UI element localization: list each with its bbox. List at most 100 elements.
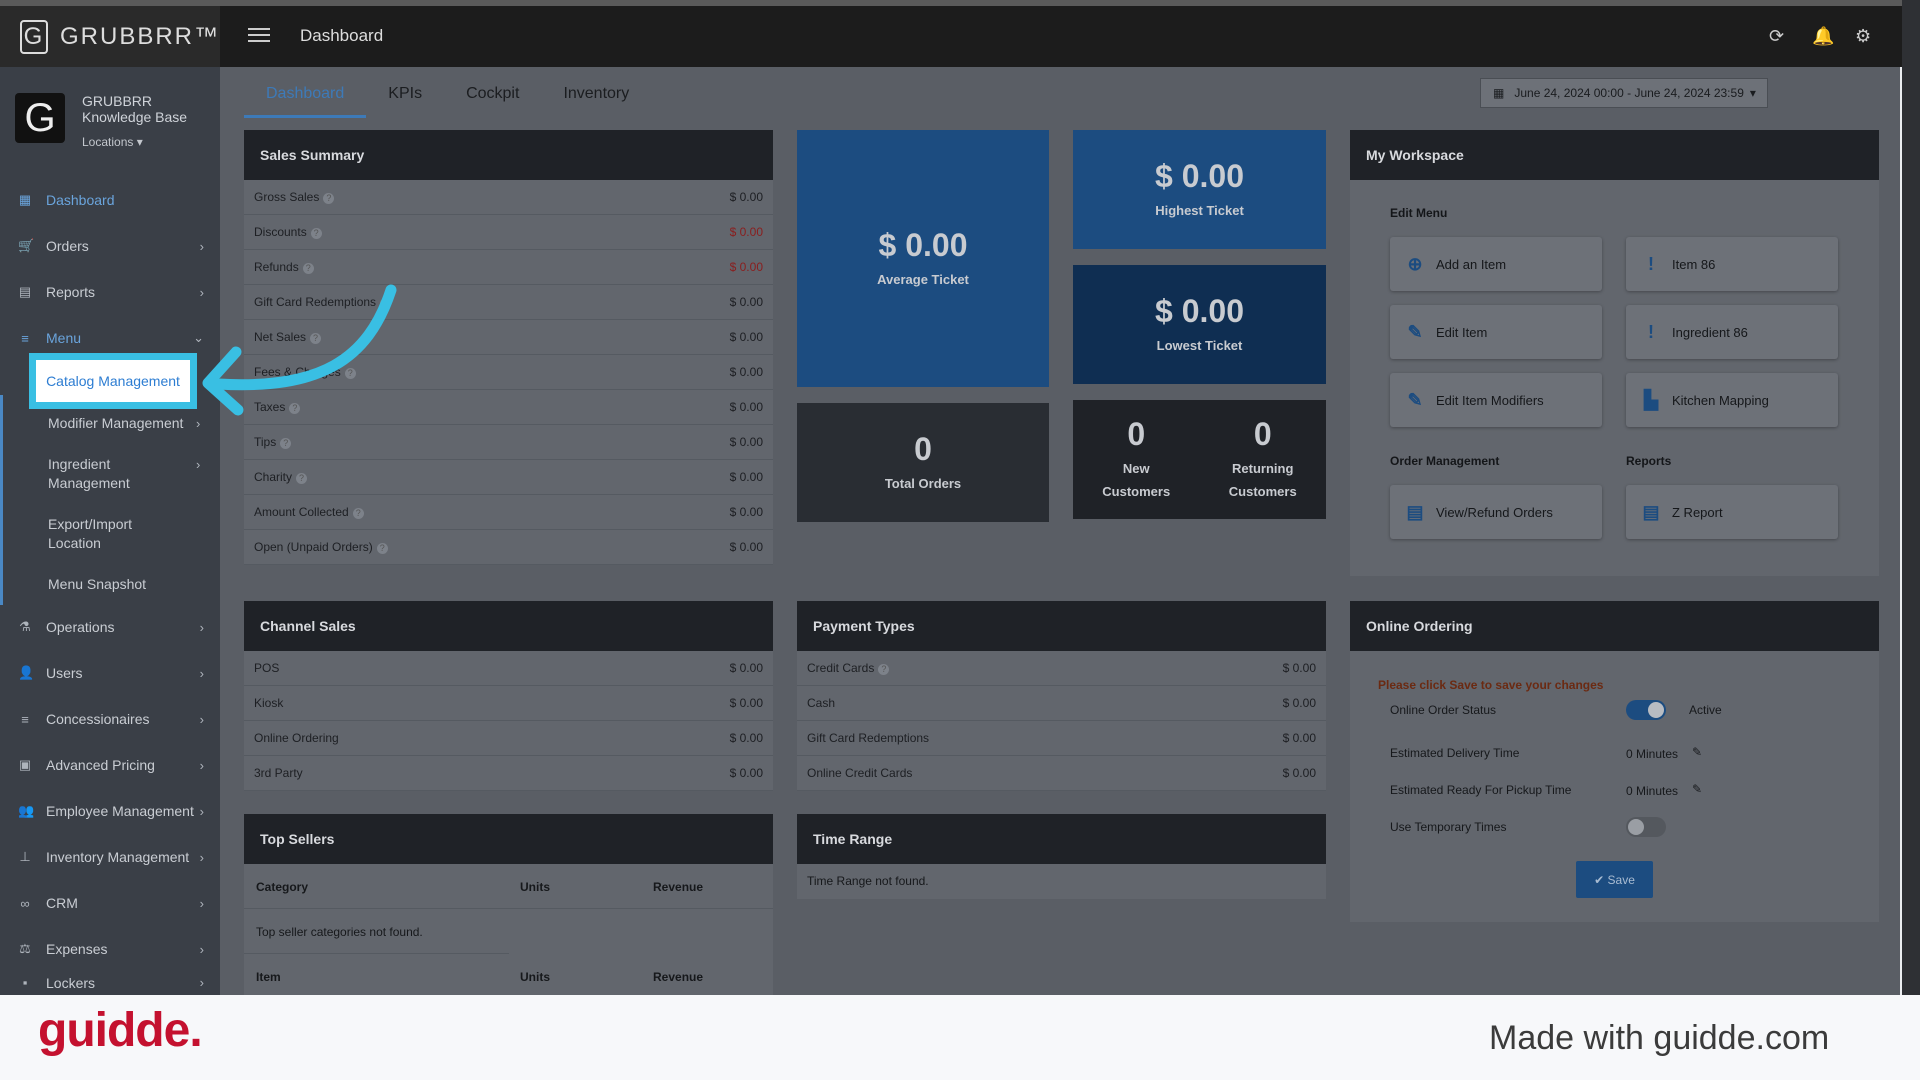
chevron-right-icon: › [199, 711, 204, 727]
sidebar-item-lockers[interactable]: ▪ Lockers › [0, 975, 220, 995]
subitem-label: Menu Snapshot [48, 576, 147, 592]
row-label: 3rd Party [254, 766, 303, 780]
menu-active-indicator [0, 395, 3, 605]
bell-icon[interactable]: 🔔 [1812, 26, 1834, 47]
temporary-times-toggle[interactable] [1626, 817, 1666, 837]
sidebar-item-inventory-management[interactable]: ⊥ Inventory Management › [0, 837, 220, 877]
online-order-status-toggle[interactable] [1626, 700, 1666, 720]
edit-pickup-pencil-icon[interactable]: ✎ [1692, 782, 1702, 796]
help-icon[interactable]: ? [296, 473, 308, 484]
col-revenue: Revenue [653, 880, 704, 894]
row-label: Cash [807, 696, 836, 710]
users-icon: 👤 [18, 665, 35, 680]
online-order-status-value: Active [1689, 703, 1722, 717]
tab-inventory[interactable]: Inventory [541, 82, 651, 118]
refresh-icon[interactable]: ⟳ [1769, 26, 1784, 47]
kitchen-mapping-button[interactable]: ▙ Kitchen Mapping [1626, 373, 1838, 427]
sidebar-item-expenses[interactable]: ⚖ Expenses › [0, 929, 220, 969]
made-with-text: Made with guidde.com [1489, 1019, 1830, 1057]
table-row: Open (Unpaid Orders)? $ 0.00 [244, 530, 773, 565]
sidebar-subitem-menu-snapshot[interactable]: Menu Snapshot [48, 575, 146, 594]
table-row: Credit Cards? $ 0.00 [797, 651, 1326, 686]
row-label-wrap: Kiosk [254, 696, 283, 710]
help-icon[interactable]: ? [280, 438, 292, 449]
chevron-right-icon: › [199, 619, 204, 635]
divider [244, 953, 509, 954]
edit-item-modifiers-button[interactable]: ✎ Edit Item Modifiers [1390, 373, 1602, 427]
sidebar-item-label: Expenses [46, 941, 108, 957]
sidebar-item-operations[interactable]: ⚗ Operations › [0, 607, 220, 647]
time-range-card: Time Range Time Range not found. [797, 814, 1326, 899]
sidebar-item-label: Employee Management [46, 803, 194, 819]
row-label-wrap: 3rd Party [254, 766, 303, 780]
chevron-right-icon: › [199, 849, 204, 865]
row-label: Gift Card Redemptions [807, 731, 930, 745]
button-label: Kitchen Mapping [1672, 392, 1769, 408]
sidebar-item-advanced-pricing[interactable]: ▣ Advanced Pricing › [0, 745, 220, 785]
button-label: Z Report [1672, 504, 1723, 520]
col-units: Units [520, 970, 550, 984]
ingredient-86-button[interactable]: ! Ingredient 86 [1626, 305, 1838, 359]
sidebar-item-label: CRM [46, 895, 78, 911]
chevron-right-icon: › [199, 941, 204, 957]
scrollbar[interactable] [1902, 0, 1920, 995]
view-refund-orders-button[interactable]: ▤ View/Refund Orders [1390, 485, 1602, 539]
edit-delivery-pencil-icon[interactable]: ✎ [1692, 745, 1702, 759]
channel-sales-rows: POS $ 0.00 Kiosk $ 0.00 Online Ordering $ 0.0… [244, 651, 773, 791]
kpi-label-line1: Returning [1232, 461, 1294, 476]
kpi-value: 0 [914, 430, 932, 467]
kpi-returning-customers: 0 Returning Customers [1229, 416, 1297, 503]
kpi-value: 0 [1253, 416, 1272, 452]
kpi-label: Returning Customers [1229, 457, 1297, 503]
date-range-picker[interactable]: ▦ June 24, 2024 00:00 - June 24, 2024 23… [1480, 78, 1768, 108]
subitem-label-line2: Management [48, 475, 130, 491]
row-value: $ 0.00 [729, 225, 763, 239]
kpi-value: 0 [1127, 416, 1146, 452]
row-label-wrap: Online Ordering [254, 731, 339, 745]
subitem-label-line2: Location [48, 535, 101, 551]
kpi-lowest-ticket: $ 0.00 Lowest Ticket [1073, 265, 1326, 384]
link-icon: ∞ [20, 895, 30, 911]
temporary-times-label: Use Temporary Times [1390, 820, 1507, 834]
row-label-wrap: Open (Unpaid Orders)? [254, 540, 388, 554]
help-icon[interactable]: ? [376, 543, 388, 554]
row-label-wrap: Credit Cards? [807, 661, 890, 675]
save-button[interactable]: ✔ Save [1576, 861, 1653, 898]
card-title: Top Sellers [244, 814, 773, 864]
sidebar-item-crm[interactable]: ∞ CRM › [0, 883, 220, 923]
gear-icon[interactable]: ⚙ [1855, 26, 1871, 47]
sidebar-item-employee-management[interactable]: 👥 Employee Management › [0, 791, 220, 831]
sidebar-item-label: Inventory Management [46, 849, 190, 865]
calendar-icon: ▦ [1493, 86, 1505, 100]
sitemap-icon: ⊥ [19, 849, 31, 864]
table-row: Online Credit Cards $ 0.00 [797, 756, 1326, 791]
add-item-button[interactable]: ⊕ Add an Item [1390, 237, 1602, 291]
tab-cockpit[interactable]: Cockpit [444, 82, 541, 118]
subitem-label-line1: Export/Import [48, 516, 133, 532]
sidebar-subitem-export-import[interactable]: Export/Import Location [48, 515, 132, 553]
table-row: Amount Collected? $ 0.00 [244, 495, 773, 530]
button-label: Edit Item Modifiers [1436, 392, 1544, 408]
help-icon[interactable]: ? [878, 664, 890, 675]
button-label: Edit Item [1436, 324, 1488, 340]
kpi-label: Total Orders [884, 475, 962, 491]
sidebar-item-concessionaires[interactable]: ≡ Concessionaires › [0, 699, 220, 739]
row-label-wrap: Charity? [254, 470, 308, 484]
kpi-label-line2: Customers [1228, 484, 1297, 499]
col-units: Units [520, 880, 550, 894]
button-label: Ingredient 86 [1672, 324, 1748, 340]
help-icon[interactable]: ? [352, 508, 364, 519]
guidde-logo[interactable]: guidde. [38, 1003, 203, 1058]
list-icon: ≡ [21, 711, 29, 727]
item-86-button[interactable]: ! Item 86 [1626, 237, 1838, 291]
kpi-average-ticket: $ 0.00 Average Ticket [797, 130, 1049, 387]
sidebar-item-users[interactable]: 👤 Users › [0, 653, 220, 693]
kpi-label: Average Ticket [877, 271, 969, 287]
sidebar-subitem-ingredient-management[interactable]: Ingredient Management › [48, 455, 200, 493]
edit-item-button[interactable]: ✎ Edit Item [1390, 305, 1602, 359]
kpi-new-customers: 0 New Customers [1102, 416, 1170, 503]
card-title: My Workspace [1350, 130, 1879, 180]
table-row: Kiosk $ 0.00 [244, 686, 773, 721]
document-icon: ▤ [1406, 501, 1424, 522]
z-report-button[interactable]: ▤ Z Report [1626, 485, 1838, 539]
